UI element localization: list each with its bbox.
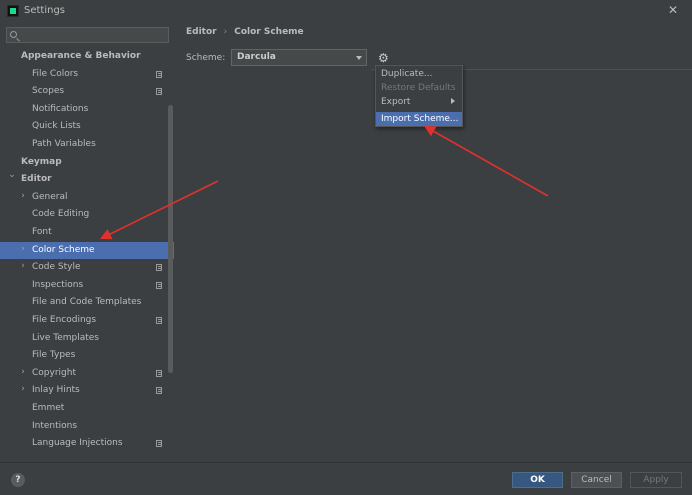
search-input[interactable]: [21, 29, 165, 41]
close-icon[interactable]: ✕: [668, 3, 678, 17]
sidebar-item-language-injections[interactable]: Language Injections: [0, 435, 174, 453]
content-panel: Editor › Color Scheme Scheme: Darcula ⚙ Du…: [175, 21, 692, 462]
sidebar-item-intentions[interactable]: Intentions: [0, 418, 174, 436]
chevron-down-icon[interactable]: ⌄: [8, 170, 16, 180]
sidebar-item-code-editing[interactable]: Code Editing: [0, 206, 174, 224]
sidebar-item-font[interactable]: Font: [0, 224, 174, 242]
sidebar-item-general[interactable]: › General: [0, 189, 174, 207]
page-icon: [156, 387, 162, 395]
breadcrumb: Editor › Color Scheme: [186, 27, 304, 37]
ok-button[interactable]: OK: [512, 472, 563, 488]
app-logo-icon: [7, 5, 19, 17]
apply-button: Apply: [630, 472, 682, 488]
sidebar-item-appearance-and-behavior[interactable]: Appearance & Behavior: [0, 48, 174, 66]
sidebar-item-label: Intentions: [32, 420, 78, 431]
scheme-dropdown-value: Darcula: [237, 52, 276, 62]
sidebar-item-label: Notifications: [32, 103, 89, 114]
sidebar-item-label: File and Code Templates: [32, 297, 142, 308]
sidebar-item-quick-lists[interactable]: Quick Lists: [0, 118, 174, 136]
menu-item-export[interactable]: Export: [376, 95, 462, 109]
menu-item-restore-defaults: Restore Defaults: [381, 83, 456, 93]
sidebar-scrollbar[interactable]: [168, 105, 173, 373]
sidebar-item-code-style[interactable]: › Code Style: [0, 259, 174, 277]
sidebar-item-label: Code Style: [32, 262, 81, 273]
chevron-right-icon[interactable]: ›: [19, 367, 27, 377]
cancel-button[interactable]: Cancel: [571, 472, 622, 488]
search-box[interactable]: [6, 27, 169, 43]
chevron-down-icon: [356, 56, 362, 60]
sidebar-item-live-templates[interactable]: Live Templates: [0, 330, 174, 348]
sidebar-item-keymap[interactable]: Keymap: [0, 154, 174, 172]
sidebar-item-label: Copyright: [32, 367, 76, 378]
sidebar-item-label: Color Scheme: [32, 244, 95, 255]
sidebar-item-label: Scopes: [32, 86, 65, 97]
help-icon[interactable]: ?: [11, 473, 25, 487]
sidebar-item-inlay-hints[interactable]: › Inlay Hints: [0, 382, 174, 400]
chevron-right-icon[interactable]: ›: [19, 261, 27, 271]
sidebar-item-label: Font: [32, 227, 52, 237]
sidebar-item-label: File Colors: [32, 68, 79, 79]
chevron-right-icon[interactable]: ›: [19, 191, 27, 201]
sidebar-item-inspections[interactable]: Inspections: [0, 277, 174, 295]
sidebar-item-label: Language Injections: [32, 438, 123, 449]
sidebar-item-label: Emmet: [32, 403, 65, 413]
settings-sidebar: Appearance & Behavior File Colors Scopes No…: [0, 21, 175, 462]
sidebar-item-label: Live Templates: [32, 332, 99, 343]
menu-item-duplicate[interactable]: Duplicate...: [376, 67, 462, 81]
page-icon: [156, 317, 162, 324]
sidebar-item-label: File Types: [32, 350, 76, 361]
sidebar-item-editor[interactable]: ⌄ Editor: [0, 170, 174, 189]
breadcrumb-current: Color Scheme: [234, 27, 304, 37]
scheme-label: Scheme:: [186, 53, 226, 63]
breadcrumb-separator-icon: ›: [223, 27, 228, 37]
breadcrumb-parent[interactable]: Editor: [186, 27, 217, 37]
sidebar-item-label: Quick Lists: [32, 121, 81, 132]
sidebar-item-file-encodings[interactable]: File Encodings: [0, 312, 174, 330]
sidebar-item-label: Inlay Hints: [32, 385, 80, 396]
sidebar-item-label: Keymap: [21, 156, 62, 167]
sidebar-item-label: File Encodings: [32, 315, 97, 325]
sidebar-item-file-and-code-templates[interactable]: File and Code Templates: [0, 294, 174, 312]
chevron-right-icon[interactable]: ›: [19, 384, 27, 394]
sidebar-item-label: Code Editing: [32, 209, 90, 220]
page-icon: [156, 440, 162, 448]
dialog-footer: ? OK Cancel Apply: [0, 462, 692, 495]
sidebar-item-emmet[interactable]: Emmet: [0, 400, 174, 418]
chevron-right-icon[interactable]: ›: [19, 244, 27, 254]
window-title: Settings: [24, 5, 66, 16]
sidebar-item-label: Inspections: [32, 279, 84, 290]
page-icon: [156, 88, 162, 96]
sidebar-item-file-types[interactable]: File Types: [0, 347, 174, 365]
sidebar-item-path-variables[interactable]: Path Variables: [0, 136, 174, 154]
search-icon: [10, 31, 17, 38]
menu-item-import-scheme[interactable]: Import Scheme...: [376, 112, 462, 126]
scheme-actions-menu: Duplicate... Restore Defaults Export Imp…: [375, 65, 463, 127]
page-icon: [156, 264, 162, 272]
sidebar-item-notifications[interactable]: Notifications: [0, 101, 174, 119]
sidebar-item-copyright[interactable]: › Copyright: [0, 365, 174, 383]
sidebar-item-label: Editor: [21, 174, 52, 185]
chevron-right-icon: [451, 98, 455, 104]
page-icon: [156, 369, 162, 377]
sidebar-item-color-scheme[interactable]: › Color Scheme: [0, 241, 174, 260]
sidebar-item-label: Appearance & Behavior: [21, 51, 141, 61]
sidebar-item-file-colors[interactable]: File Colors: [0, 66, 174, 84]
page-icon: [156, 70, 162, 78]
sidebar-item-label: General: [32, 191, 68, 202]
sidebar-item-label: Path Variables: [32, 139, 96, 149]
sidebar-item-scopes[interactable]: Scopes: [0, 83, 174, 101]
page-icon: [156, 281, 162, 289]
scheme-dropdown[interactable]: Darcula: [231, 49, 367, 66]
title-bar: Settings ✕: [0, 0, 692, 21]
gear-icon[interactable]: ⚙: [378, 52, 390, 64]
